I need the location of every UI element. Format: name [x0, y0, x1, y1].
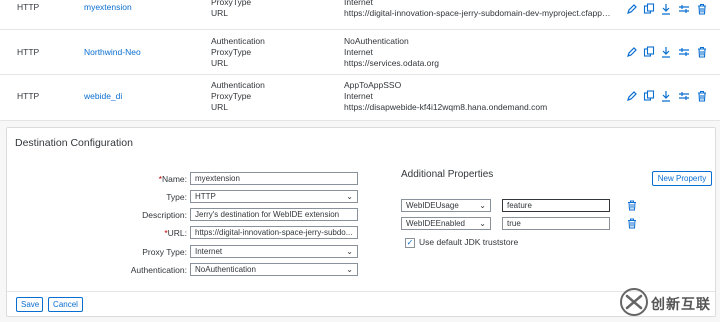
name-input[interactable]: myextension — [190, 172, 358, 185]
prop-value: https://digital-innovation-space-jerry-s… — [344, 8, 614, 18]
prop-value: Internet — [344, 91, 373, 101]
default-jdk-truststore-checkbox[interactable]: ✓ — [405, 238, 415, 248]
destination-link-myextension[interactable]: myextension — [84, 2, 132, 13]
type-cell: HTTP — [17, 47, 40, 57]
logo-icon — [620, 288, 648, 316]
delete-icon[interactable] — [696, 3, 708, 15]
description-label: Description: — [142, 210, 187, 220]
select-value: WebIDEEnabled — [406, 219, 465, 228]
panel-footer: Save Cancel — [7, 291, 715, 317]
chevron-down-icon: ⌄ — [346, 247, 353, 256]
select-value: HTTP — [195, 192, 216, 201]
delete-icon[interactable] — [696, 46, 708, 58]
property-key-select[interactable]: WebIDEUsage ⌄ — [401, 199, 491, 212]
prop-value: Internet — [344, 0, 373, 7]
prop-label: URL — [211, 8, 229, 18]
type-select[interactable]: HTTP ⌄ — [190, 190, 358, 203]
props-cell: Authentication ProxyType URL — [211, 36, 265, 69]
check-connection-icon[interactable] — [678, 3, 690, 15]
check-connection-icon[interactable] — [678, 90, 690, 102]
type-cell: HTTP — [17, 2, 40, 12]
destination-table: HTTP myextension ProxyType URL Internet … — [0, 0, 720, 121]
values-cell: AppToAppSSO Internet https://disapwebide… — [344, 80, 614, 113]
table-row[interactable]: HTTP myextension ProxyType URL Internet … — [0, 0, 720, 30]
type-cell: HTTP — [17, 91, 40, 101]
props-cell: Authentication ProxyType URL — [211, 80, 265, 113]
checkbox-label: Use default JDK truststore — [419, 237, 519, 247]
select-value: NoAuthentication — [195, 265, 256, 274]
download-icon[interactable] — [660, 46, 672, 58]
download-icon[interactable] — [660, 3, 672, 15]
edit-icon[interactable] — [626, 3, 638, 15]
authentication-select[interactable]: NoAuthentication ⌄ — [190, 263, 358, 276]
prop-label: ProxyType — [211, 0, 252, 7]
copy-icon[interactable] — [643, 3, 655, 15]
save-button[interactable]: Save — [16, 297, 43, 312]
props-cell: ProxyType URL — [211, 0, 251, 19]
table-row[interactable]: HTTP webide_di Authentication ProxyType … — [0, 75, 720, 121]
description-input[interactable]: Jerry's destination for WebIDE extension — [190, 208, 358, 221]
download-icon[interactable] — [660, 90, 672, 102]
prop-value: AppToAppSSO — [344, 80, 402, 90]
delete-icon[interactable] — [627, 218, 637, 229]
watermark-text: 创新互联 — [651, 297, 711, 313]
delete-icon[interactable] — [696, 90, 708, 102]
name-label: *Name: — [57, 174, 187, 184]
prop-value: NoAuthentication — [344, 36, 409, 46]
new-property-button[interactable]: New Property — [652, 171, 712, 186]
prop-label: Authentication — [211, 36, 265, 46]
chevron-down-icon: ⌄ — [479, 201, 486, 210]
prop-label: URL — [211, 58, 229, 68]
prop-value: https://disapwebide-kf4i12wqm8.hana.onde… — [344, 102, 548, 112]
label-text: Name: — [161, 174, 187, 184]
prop-label: URL — [211, 102, 229, 112]
select-value: Internet — [195, 247, 223, 256]
prop-label: Authentication — [211, 80, 265, 90]
url-label: *URL: — [57, 228, 187, 238]
type-label: Type: — [166, 192, 187, 202]
edit-icon[interactable] — [626, 46, 638, 58]
select-value: WebIDEUsage — [406, 201, 459, 210]
proxy-type-select[interactable]: Internet ⌄ — [190, 245, 358, 258]
chevron-down-icon: ⌄ — [346, 265, 353, 274]
url-input[interactable]: https://digital-innovation-space-jerry-s… — [190, 226, 358, 239]
panel-title: Destination Configuration — [15, 137, 133, 149]
additional-properties-title: Additional Properties — [401, 169, 494, 180]
cancel-button[interactable]: Cancel — [48, 297, 83, 312]
prop-value: Internet — [344, 47, 373, 57]
destination-configuration-panel: Destination Configuration *Name: myexten… — [6, 127, 716, 317]
prop-label: ProxyType — [211, 47, 252, 57]
label-text: URL: — [167, 228, 187, 238]
chevron-down-icon: ⌄ — [346, 192, 353, 201]
edit-icon[interactable] — [626, 90, 638, 102]
property-value-input[interactable]: feature — [502, 199, 610, 212]
proxy-type-label: Proxy Type: — [142, 247, 187, 257]
chevron-down-icon: ⌄ — [479, 219, 486, 228]
property-value-input[interactable]: true — [502, 217, 610, 230]
authentication-label: Authentication: — [130, 265, 187, 275]
check-connection-icon[interactable] — [678, 46, 690, 58]
destination-link-northwind-neo[interactable]: Northwind-Neo — [84, 47, 141, 58]
property-key-select[interactable]: WebIDEEnabled ⌄ — [401, 217, 491, 230]
values-cell: NoAuthentication Internet https://servic… — [344, 36, 614, 69]
table-row[interactable]: HTTP Northwind-Neo Authentication ProxyT… — [0, 30, 720, 75]
copy-icon[interactable] — [643, 46, 655, 58]
delete-icon[interactable] — [627, 200, 637, 211]
destination-link-webide-di[interactable]: webide_di — [84, 91, 122, 102]
values-cell: Internet https://digital-innovation-spac… — [344, 0, 614, 19]
prop-value: https://services.odata.org — [344, 58, 439, 68]
prop-label: ProxyType — [211, 91, 252, 101]
watermark-logo: 创新互联 — [617, 282, 720, 322]
copy-icon[interactable] — [643, 90, 655, 102]
